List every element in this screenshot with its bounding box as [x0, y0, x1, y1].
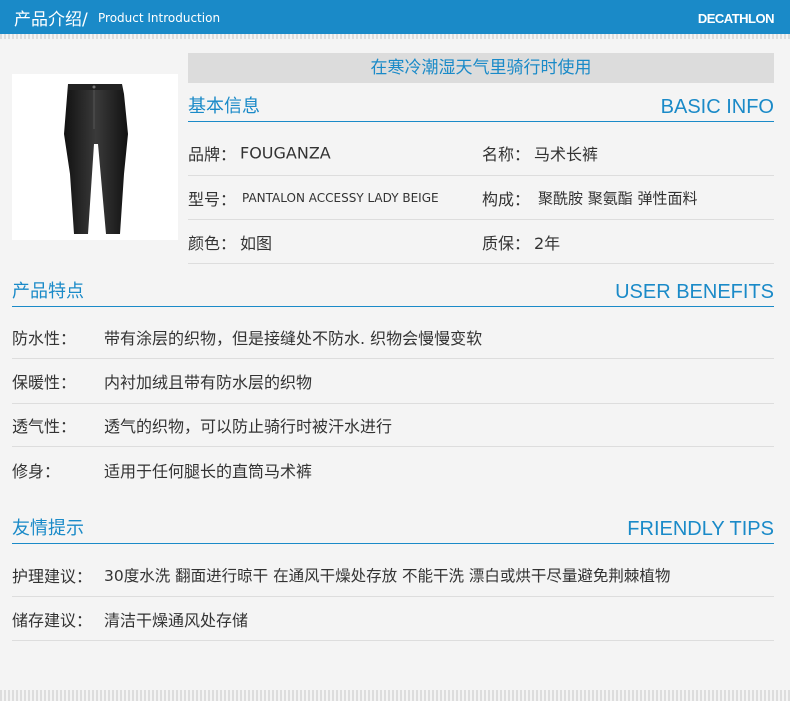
basic-info-title-cn: 基本信息 — [188, 96, 260, 117]
composition-label: 构成： — [482, 189, 531, 209]
basic-info-header: 基本信息 BASIC INFO — [188, 94, 774, 122]
brand-value: FOUGANZA — [240, 143, 331, 162]
tips-header: 友情提示 FRIENDLY TIPS — [12, 516, 774, 544]
benefit-row: 修身： 适用于任何腿长的直筒马术裤 — [12, 447, 774, 492]
benefit-row: 保暖性： 内衬加绒且带有防水层的织物 — [12, 359, 774, 404]
model-value: PANTALON ACCESSY LADY BEIGE — [242, 190, 439, 205]
benefits-title-en: USER BENEFITS — [615, 281, 774, 303]
info-row-brand: 品牌： FOUGANZA 名称： 马术长裤 — [188, 130, 774, 176]
brand-logo: DECATHLON — [697, 11, 775, 26]
pants-icon — [64, 84, 128, 234]
color-label: 颜色： — [188, 233, 237, 253]
footer-divider — [0, 690, 790, 701]
header-title-cn: 产品介绍/ — [14, 10, 88, 30]
model-label: 型号： — [188, 189, 237, 209]
usage-banner: 在寒冷潮湿天气里骑行时使用 — [188, 53, 774, 83]
tip-value: 30度水洗 翻面进行晾干 在通风干燥处存放 不能干洗 漂白或烘干尽量避免荆棘植物 — [104, 566, 671, 585]
basic-info-title-en: BASIC INFO — [660, 96, 774, 118]
product-image — [12, 74, 178, 240]
tip-row: 护理建议： 30度水洗 翻面进行晾干 在通风干燥处存放 不能干洗 漂白或烘干尽量… — [12, 553, 774, 597]
benefit-value: 透气的织物，可以防止骑行时被汗水进行 — [104, 417, 393, 436]
benefit-value: 带有涂层的织物，但是接缝处不防水. 织物会慢慢变软 — [104, 329, 483, 348]
benefits-header: 产品特点 USER BENEFITS — [12, 279, 774, 307]
benefit-label: 保暖性： — [12, 373, 77, 392]
composition-value: 聚酰胺 聚氨酯 弹性面料 — [538, 189, 698, 207]
info-row-model: 型号： PANTALON ACCESSY LADY BEIGE 构成： 聚酰胺 … — [188, 176, 774, 220]
benefit-label: 防水性： — [12, 329, 77, 348]
warranty-value: 2年 — [534, 233, 561, 253]
benefit-label: 修身： — [12, 461, 61, 481]
benefit-label: 透气性： — [12, 417, 77, 436]
tip-label: 护理建议： — [12, 566, 93, 586]
header-title-en: Product Introduction — [98, 11, 221, 25]
warranty-label: 质保： — [482, 233, 531, 253]
benefit-value: 内衬加绒且带有防水层的织物 — [104, 373, 313, 392]
tip-row: 储存建议： 清洁干燥通风处存储 — [12, 597, 774, 641]
color-value: 如图 — [240, 233, 273, 253]
tip-label: 储存建议： — [12, 610, 93, 630]
benefits-title-cn: 产品特点 — [12, 281, 84, 302]
info-row-color: 颜色： 如图 质保： 2年 — [188, 220, 774, 264]
brand-label: 品牌： — [188, 144, 237, 164]
header-divider — [0, 34, 790, 39]
name-value: 马术长裤 — [534, 144, 599, 164]
benefit-row: 防水性： 带有涂层的织物，但是接缝处不防水. 织物会慢慢变软 — [12, 316, 774, 359]
tips-title-en: FRIENDLY TIPS — [627, 518, 774, 540]
name-label: 名称： — [482, 144, 531, 164]
benefit-value: 适用于任何腿长的直筒马术裤 — [104, 461, 313, 481]
header-bar: 产品介绍/ Product Introduction DECATHLON — [0, 0, 790, 34]
tips-title-cn: 友情提示 — [12, 518, 84, 539]
tip-value: 清洁干燥通风处存储 — [104, 610, 249, 630]
benefit-row: 透气性： 透气的织物，可以防止骑行时被汗水进行 — [12, 404, 774, 447]
